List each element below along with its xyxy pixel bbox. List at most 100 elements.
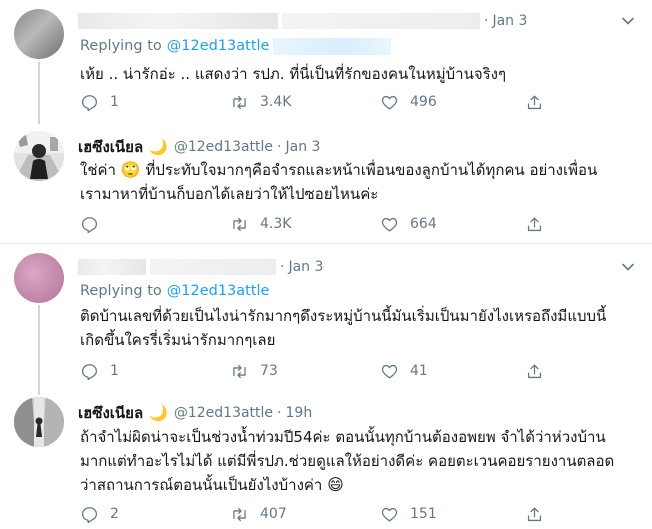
tweet-header: · Jan 3 xyxy=(78,11,527,31)
retweet-icon xyxy=(233,95,246,109)
like-button[interactable]: 496 xyxy=(380,93,437,112)
timestamp[interactable]: Jan 3 xyxy=(286,139,321,155)
avatar[interactable] xyxy=(14,397,64,447)
separator: · xyxy=(277,405,282,421)
like-button[interactable]: 151 xyxy=(380,505,437,524)
share-button[interactable] xyxy=(525,362,544,381)
retweet-count: 73 xyxy=(260,363,278,379)
retweet-icon xyxy=(233,364,246,378)
reply-button[interactable]: 2 xyxy=(80,505,119,524)
share-icon xyxy=(527,217,542,231)
name-emoji: 🌙 xyxy=(149,404,168,422)
retweet-icon xyxy=(233,507,246,521)
grinning-emoji: 😄 xyxy=(327,475,344,494)
like-button[interactable]: 41 xyxy=(380,362,428,381)
thread-line xyxy=(38,305,40,395)
tweet-actions: 2 407 151 xyxy=(80,502,560,526)
share-icon xyxy=(527,364,542,378)
tweet-1[interactable]: · Jan 3 Replying to @12ed13attle เห้ย ..… xyxy=(0,0,652,124)
redacted-mention xyxy=(273,37,392,55)
retweet-count: 407 xyxy=(260,506,287,522)
tweet-3[interactable]: · Jan 3 Replying to @12ed13attle ติดบ้าน… xyxy=(0,245,652,395)
tweet-text: ติดบ้านเลขที่ด้วยเป็นไงน่ารักมากๆดึงระหม… xyxy=(80,307,607,349)
like-count: 41 xyxy=(410,363,428,379)
tweet-text-part-1: ใช่ค่า xyxy=(80,161,116,179)
share-icon xyxy=(527,95,542,109)
name-emoji: 🌙 xyxy=(149,138,168,156)
retweet-button[interactable]: 407 xyxy=(230,505,287,524)
tweet-text-part-2: ที่ประทับใจมากๆคือจำรถและหน้าเพื่อนของลู… xyxy=(80,161,598,203)
heart-icon xyxy=(381,95,398,109)
like-button[interactable]: 664 xyxy=(380,215,437,234)
like-count: 664 xyxy=(410,216,437,232)
replying-label: Replying to xyxy=(80,283,162,299)
handle[interactable]: @12ed13attle xyxy=(174,405,273,421)
tweet-4[interactable]: เฮซึงเนียล 🌙 @12ed13attle · 19h ถ้าจำไม่… xyxy=(0,391,652,529)
display-name[interactable]: เฮซึงเนียล xyxy=(78,401,143,425)
tweet-actions: 1 3.4K 496 xyxy=(80,90,560,114)
avatar-image xyxy=(14,131,64,181)
share-icon xyxy=(527,507,542,521)
separator: · xyxy=(280,259,285,275)
replying-label: Replying to xyxy=(80,38,162,54)
share-button[interactable] xyxy=(525,93,544,112)
tweet-text-part-1: ถ้าจำไม่ผิดน่าจะเป็นช่วงน้ำท่วมปี54ค่ะ ต… xyxy=(80,428,615,494)
tweet-2[interactable]: เฮซึงเนียล 🌙 @12ed13attle · Jan 3 ใช่ค่า… xyxy=(0,122,652,244)
timestamp[interactable]: Jan 3 xyxy=(492,13,527,29)
conversation-divider xyxy=(0,243,652,244)
heart-icon xyxy=(381,217,398,231)
avatar-image xyxy=(14,397,64,447)
heart-icon xyxy=(381,364,398,378)
display-name[interactable]: เฮซึงเนียล xyxy=(78,135,143,159)
reply-count: 1 xyxy=(110,94,119,110)
chevron-down-icon[interactable] xyxy=(620,259,636,275)
thread-line xyxy=(38,62,40,124)
reply-count: 1 xyxy=(110,363,119,379)
redacted-handle xyxy=(150,259,276,275)
tweet-actions: 1 73 41 xyxy=(80,359,560,383)
retweet-button[interactable]: 73 xyxy=(230,362,278,381)
tweet-header: เฮซึงเนียล 🌙 @12ed13attle · 19h xyxy=(78,403,312,423)
tweet-header: เฮซึงเนียล 🌙 @12ed13attle · Jan 3 xyxy=(78,137,320,157)
replying-to: Replying to @12ed13attle xyxy=(80,36,392,56)
redacted-name xyxy=(78,13,278,29)
retweet-count: 4.3K xyxy=(260,216,292,232)
share-button[interactable] xyxy=(525,505,544,524)
reply-count: 2 xyxy=(110,506,119,522)
replying-handle-link[interactable]: @12ed13attle xyxy=(167,38,270,54)
timestamp[interactable]: 19h xyxy=(286,405,313,421)
tweet-actions: 4.3K 664 xyxy=(80,212,560,236)
retweet-button[interactable]: 4.3K xyxy=(230,215,291,234)
redacted-handle xyxy=(282,13,480,29)
reply-icon xyxy=(81,506,98,523)
retweet-count: 3.4K xyxy=(260,94,292,110)
eye-roll-emoji: 🙄 xyxy=(120,160,141,179)
like-count: 151 xyxy=(410,506,437,522)
tweet-header: · Jan 3 xyxy=(78,257,323,277)
tweet-text: ถ้าจำไม่ผิดน่าจะเป็นช่วงน้ำท่วมปี54ค่ะ ต… xyxy=(80,425,640,497)
chevron-down-icon[interactable] xyxy=(620,13,636,29)
reply-button[interactable]: 1 xyxy=(80,362,119,381)
reply-icon xyxy=(81,216,98,233)
reply-icon xyxy=(81,94,98,111)
timestamp[interactable]: Jan 3 xyxy=(288,259,323,275)
replying-to: Replying to @12ed13attle xyxy=(80,281,269,301)
separator: · xyxy=(484,13,489,29)
like-count: 496 xyxy=(410,94,437,110)
tweet-text: เห้ย .. น่ารักอ่ะ .. แสดงว่า รปภ. ที่นี่… xyxy=(80,65,507,83)
redacted-name xyxy=(78,259,146,275)
tweet-text: ใช่ค่า 🙄 ที่ประทับใจมากๆคือจำรถและหน้าเพ… xyxy=(80,158,640,206)
handle[interactable]: @12ed13attle xyxy=(174,139,273,155)
share-button[interactable] xyxy=(525,215,544,234)
replying-handle-link[interactable]: @12ed13attle xyxy=(167,283,270,299)
separator: · xyxy=(277,139,282,155)
retweet-button[interactable]: 3.4K xyxy=(230,93,291,112)
reply-button[interactable]: 1 xyxy=(80,93,119,112)
avatar[interactable] xyxy=(14,9,64,59)
retweet-icon xyxy=(233,217,246,231)
avatar[interactable] xyxy=(14,131,64,181)
heart-icon xyxy=(381,507,398,521)
avatar[interactable] xyxy=(14,253,64,303)
reply-button[interactable] xyxy=(80,215,110,234)
reply-icon xyxy=(81,363,98,380)
